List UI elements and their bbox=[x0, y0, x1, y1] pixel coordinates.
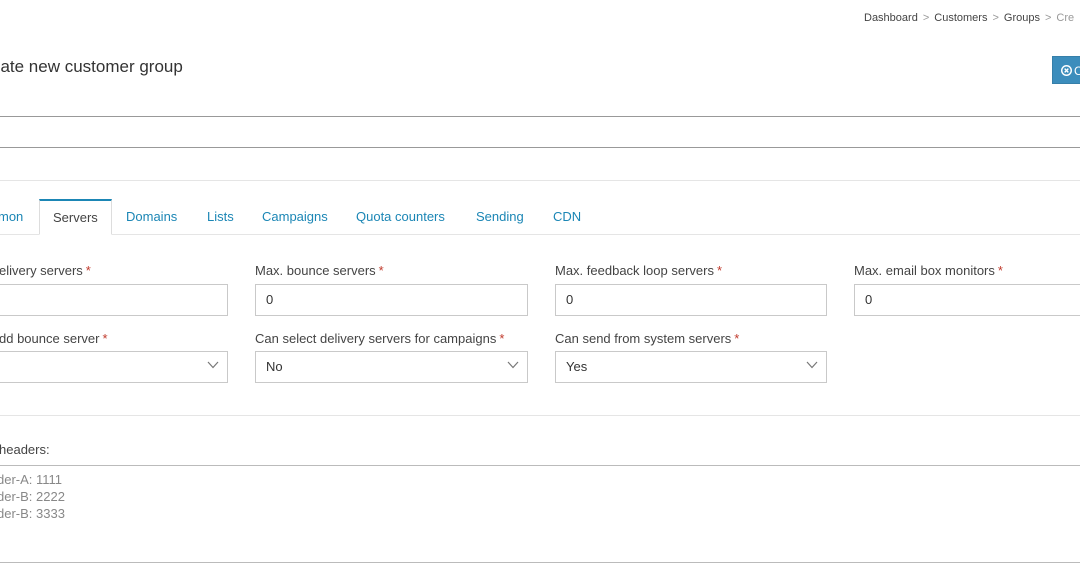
tab-servers[interactable]: Servers bbox=[39, 199, 112, 235]
can-select-delivery-servers-label: Can select delivery servers for campaign… bbox=[255, 331, 505, 346]
breadcrumb-item-groups[interactable]: Groups bbox=[1004, 12, 1040, 24]
max-delivery-servers-input[interactable] bbox=[0, 284, 228, 316]
max-email-box-monitors-label: Max. email box monitors * bbox=[854, 263, 1003, 278]
chevron-down-icon bbox=[207, 361, 219, 369]
custom-headers-textarea-bottom bbox=[0, 562, 1080, 563]
chevron-down-icon bbox=[507, 361, 519, 369]
must-add-bounce-server-label: dd bounce server * bbox=[0, 331, 108, 346]
breadcrumb-separator: > bbox=[1044, 12, 1052, 24]
divider bbox=[0, 180, 1080, 181]
can-send-from-system-servers-select[interactable]: Yes bbox=[555, 351, 827, 383]
max-delivery-servers-label: elivery servers * bbox=[0, 263, 91, 278]
max-bounce-servers-input[interactable]: 0 bbox=[255, 284, 528, 316]
header-line: der-B: 2222 bbox=[0, 489, 65, 504]
group-name-input-top bbox=[0, 116, 1080, 117]
close-button[interactable]: C bbox=[1052, 56, 1080, 84]
must-add-bounce-server-select[interactable] bbox=[0, 351, 228, 383]
group-name-input-bottom bbox=[0, 147, 1080, 148]
close-button-label: C bbox=[1074, 64, 1080, 78]
max-fbl-servers-input[interactable]: 0 bbox=[555, 284, 827, 316]
breadcrumb-separator: > bbox=[922, 12, 930, 24]
breadcrumb-item-customers[interactable]: Customers bbox=[934, 12, 987, 24]
tab-campaigns[interactable]: Campaigns bbox=[262, 199, 328, 235]
max-email-box-monitors-input[interactable]: 0 bbox=[854, 284, 1080, 316]
breadcrumb-separator: > bbox=[992, 12, 999, 24]
can-send-from-system-servers-label: Can send from system servers * bbox=[555, 331, 740, 346]
select-value: Yes bbox=[566, 359, 588, 374]
divider bbox=[0, 415, 1080, 416]
custom-headers-label: headers: bbox=[0, 442, 50, 457]
header-line: der-A: 1111 bbox=[0, 472, 63, 487]
tab-domains[interactable]: Domains bbox=[126, 199, 177, 235]
max-bounce-servers-label: Max. bounce servers * bbox=[255, 263, 384, 278]
tab-lists[interactable]: Lists bbox=[207, 199, 234, 235]
breadcrumb: Dashboard > Customers > Groups > Cre bbox=[864, 12, 1074, 24]
circle-x-icon bbox=[1061, 65, 1072, 76]
tab-quota-counters[interactable]: Quota counters bbox=[356, 199, 445, 235]
breadcrumb-item-dashboard[interactable]: Dashboard bbox=[864, 12, 918, 24]
tab-cdn[interactable]: CDN bbox=[553, 199, 581, 235]
header-line: der-B: 3333 bbox=[0, 506, 65, 521]
max-fbl-servers-label: Max. feedback loop servers * bbox=[555, 263, 723, 278]
custom-headers-textarea-top bbox=[0, 465, 1080, 466]
custom-headers-textarea[interactable]: der-A: 1111 der-B: 2222 der-B: 3333 bbox=[0, 471, 65, 522]
chevron-down-icon bbox=[806, 361, 818, 369]
tab-sending[interactable]: Sending bbox=[476, 199, 524, 235]
tab-common[interactable]: mon bbox=[0, 199, 23, 235]
select-value: No bbox=[266, 359, 283, 374]
breadcrumb-current: Cre bbox=[1056, 12, 1075, 24]
page-title: eate new customer group bbox=[0, 57, 183, 76]
can-select-delivery-servers-select[interactable]: No bbox=[255, 351, 528, 383]
